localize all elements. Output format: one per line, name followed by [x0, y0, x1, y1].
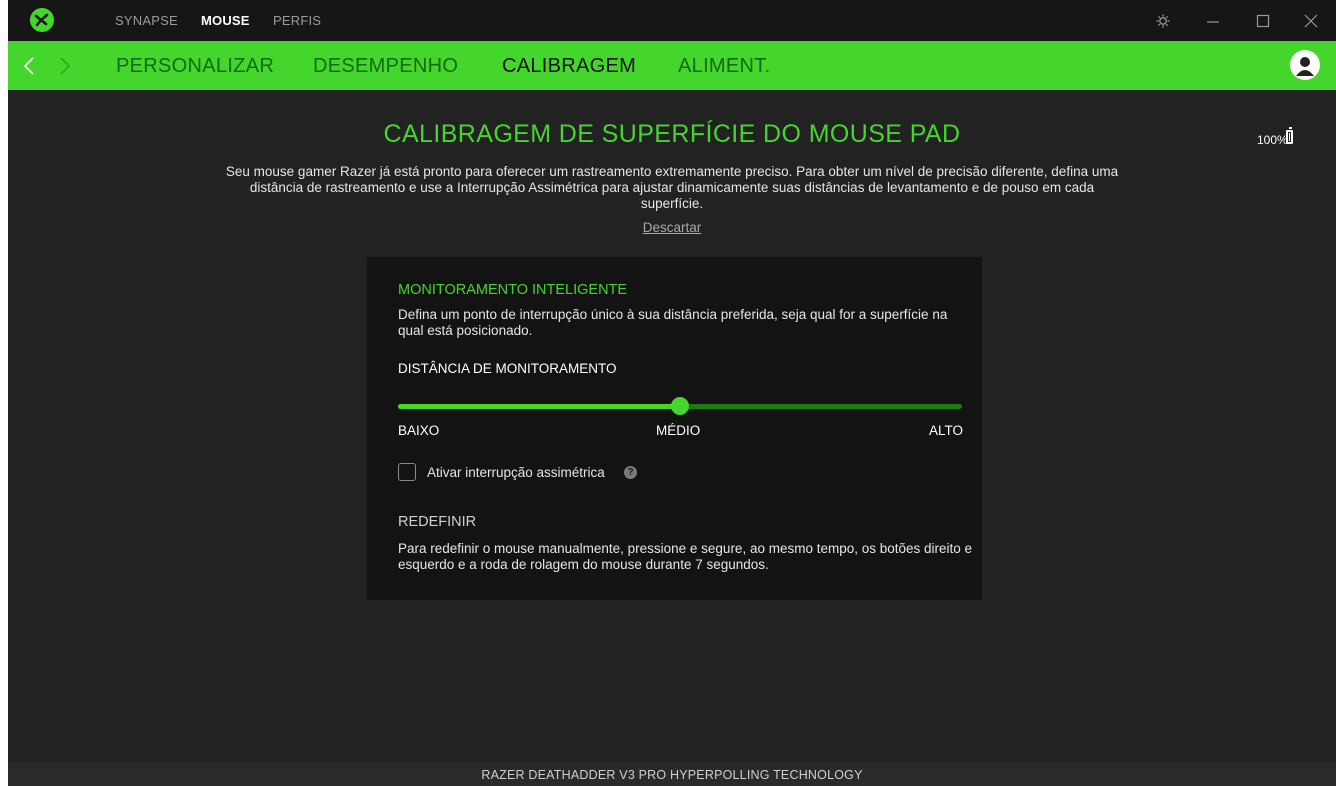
- smart-tracking-heading: MONITORAMENTO INTELIGENTE: [398, 282, 628, 298]
- title-bar: SYNAPSE MOUSE PERFIS: [8, 0, 1336, 41]
- razer-logo-icon[interactable]: [30, 8, 54, 32]
- tab-calibragem[interactable]: CALIBRAGEM: [502, 55, 636, 78]
- slider-low-label: BAIXO: [398, 423, 440, 438]
- page-description: Seu mouse gamer Razer já está pronto par…: [225, 164, 1119, 211]
- asymmetric-cutoff-label[interactable]: Ativar interrupção assimétrica: [427, 465, 605, 480]
- avatar[interactable]: [1290, 50, 1320, 80]
- tracking-distance-label: DISTÂNCIA DE MONITORAMENTO: [398, 361, 617, 376]
- forward-arrow-icon[interactable]: [58, 56, 72, 81]
- minimize-icon[interactable]: [1204, 12, 1222, 30]
- help-icon[interactable]: ?: [624, 466, 637, 479]
- slider-mid-label: MÉDIO: [656, 423, 701, 438]
- tab-mouse[interactable]: MOUSE: [201, 13, 250, 28]
- sub-navigation-bar: PERSONALIZAR DESEMPENHO CALIBRAGEM ALIME…: [8, 41, 1336, 90]
- reset-heading: REDEFINIR: [398, 514, 477, 530]
- battery-icon: [1286, 127, 1293, 144]
- asymmetric-cutoff-checkbox[interactable]: [398, 463, 416, 481]
- tab-synapse[interactable]: SYNAPSE: [115, 13, 178, 28]
- close-icon[interactable]: [1302, 12, 1320, 30]
- back-arrow-icon[interactable]: [22, 56, 36, 81]
- settings-icon[interactable]: [1154, 12, 1172, 30]
- tab-personalizar[interactable]: PERSONALIZAR: [116, 55, 274, 78]
- slider-high-label: ALTO: [929, 423, 964, 438]
- slider-thumb[interactable]: [671, 397, 689, 415]
- calibration-panel: MONITORAMENTO INTELIGENTE Defina um pont…: [367, 257, 982, 600]
- battery-level: 100%: [1257, 133, 1288, 147]
- tab-perfis[interactable]: PERFIS: [273, 13, 321, 28]
- tab-aliment[interactable]: ALIMENT.: [678, 55, 770, 78]
- reset-description: Para redefinir o mouse manualmente, pres…: [398, 541, 973, 572]
- smart-tracking-description: Defina um ponto de interrupção único à s…: [398, 307, 948, 338]
- device-name-footer: RAZER DEATHADDER V3 PRO HYPERPOLLING TEC…: [8, 762, 1336, 786]
- tab-desempenho[interactable]: DESEMPENHO: [313, 55, 458, 78]
- discard-link[interactable]: Descartar: [643, 220, 702, 235]
- page-title: CALIBRAGEM DE SUPERFÍCIE DO MOUSE PAD: [383, 120, 961, 148]
- maximize-icon[interactable]: [1254, 12, 1272, 30]
- slider-fill: [398, 404, 680, 409]
- app-window: SYNAPSE MOUSE PERFIS PERSONALIZAR DESEMP…: [8, 0, 1336, 786]
- tracking-distance-slider[interactable]: [398, 397, 962, 415]
